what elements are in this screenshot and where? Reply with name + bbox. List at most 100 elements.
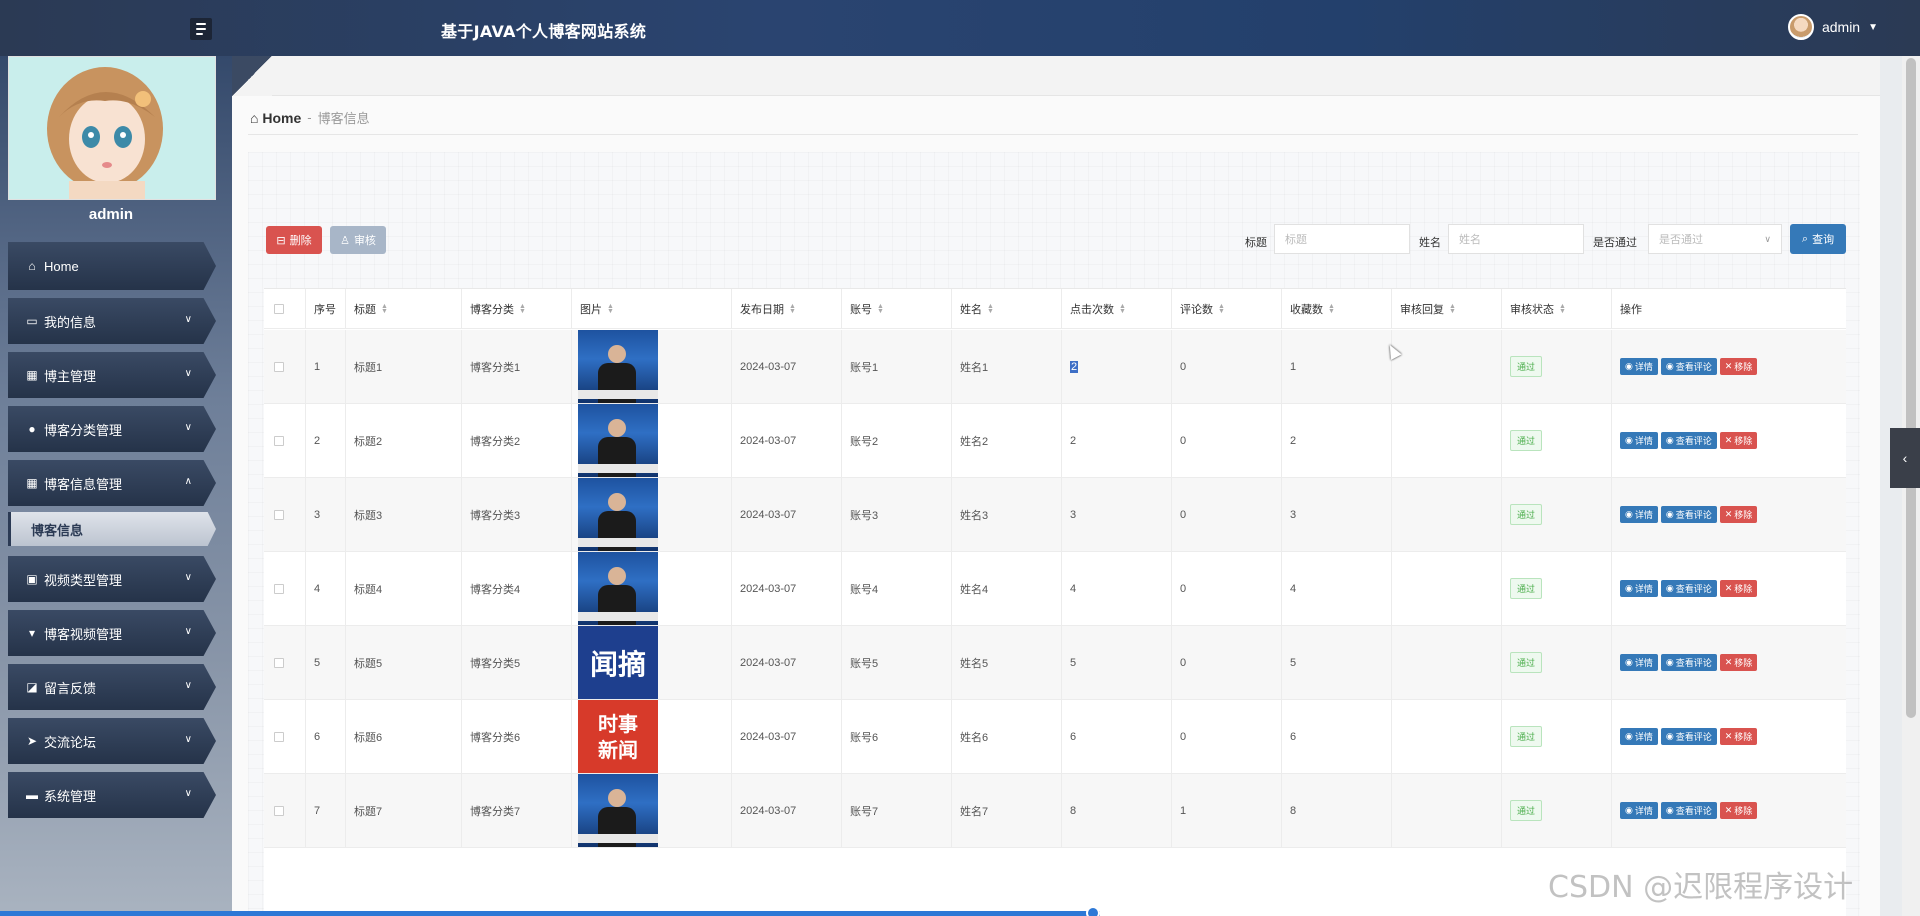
title-search-input[interactable]: 标题 [1274, 224, 1410, 254]
view-comments-button[interactable]: ◉ 查看评论 [1660, 358, 1717, 375]
col-header[interactable]: 评论数 ▲ ▼ [1172, 289, 1282, 328]
audit-button[interactable]: ♙ 审核 [330, 226, 386, 254]
table-row[interactable]: 6 标题6 博客分类6 时事 新闻 2024-03-07 账号6 姓名6 6 0 6 通过 ◉ 详情 ◉ 查看… [264, 700, 1846, 774]
eye-icon: ◉ [1625, 435, 1633, 445]
row-checkbox[interactable] [274, 435, 284, 446]
cell-reply [1392, 330, 1502, 403]
remove-button[interactable]: ✕ 移除 [1719, 580, 1758, 597]
chevron-down-icon: ∨ [184, 680, 192, 691]
breadcrumb-home[interactable]: ⌂ Home [250, 110, 301, 126]
row-checkbox[interactable] [274, 731, 284, 742]
row-checkbox[interactable] [274, 361, 284, 372]
sidebar-item-blog-info-mgmt[interactable]: ▦ 博客信息管理 ∧ [8, 460, 216, 506]
sidebar-item-blog-video-mgmt[interactable]: ▾ 博客视频管理 ∨ [8, 610, 216, 656]
col-header[interactable]: 博客分类 ▲ ▼ [462, 289, 572, 328]
row-checkbox[interactable] [274, 805, 284, 816]
sort-icon: ▲ ▼ [877, 302, 884, 315]
sidebar-item-home[interactable]: ⌂ Home [8, 242, 216, 290]
blog-thumbnail[interactable] [578, 552, 658, 625]
cell-name: 姓名2 [952, 404, 1062, 477]
user-menu[interactable]: admin ▼ [1787, 14, 1878, 40]
sidebar-item-video-type-mgmt[interactable]: ▣ 视频类型管理 ∨ [8, 556, 216, 602]
cell-account-text: 账号3 [850, 509, 879, 522]
cell-account-text: 账号6 [850, 731, 879, 744]
query-button[interactable]: ⌕ 查询 [1790, 224, 1846, 254]
cell-favs-text: 3 [1290, 508, 1297, 521]
cell-date-text: 2024-03-07 [740, 434, 797, 447]
eye-icon: ◉ [1625, 509, 1633, 519]
remove-button[interactable]: ✕ 移除 [1719, 654, 1758, 671]
cell-comments-text: 1 [1180, 804, 1187, 817]
view-comments-button[interactable]: ◉ 查看评论 [1660, 506, 1717, 523]
cell-select [264, 330, 306, 403]
detail-button[interactable]: ◉ 详情 [1620, 654, 1658, 671]
blog-thumbnail[interactable] [578, 774, 658, 847]
name-search-input[interactable]: 姓名 [1448, 224, 1584, 254]
row-checkbox[interactable] [274, 509, 284, 520]
row-checkbox[interactable] [274, 657, 284, 668]
blog-thumbnail[interactable] [578, 330, 658, 403]
col-header[interactable]: 审核状态 ▲ ▼ [1502, 289, 1612, 328]
sidebar-item-my-info[interactable]: ▭ 我的信息 ∨ [8, 298, 216, 344]
horizontal-scrollbar[interactable] [0, 911, 1100, 916]
blog-thumbnail[interactable]: 闻摘 [578, 626, 658, 699]
detail-button[interactable]: ◉ 详情 [1620, 358, 1658, 375]
remove-button[interactable]: ✕ 移除 [1719, 432, 1758, 449]
sidebar-item-blogger-mgmt[interactable]: ▦ 博主管理 ∨ [8, 352, 216, 398]
col-header[interactable]: 点击次数 ▲ ▼ [1062, 289, 1172, 328]
remove-button[interactable]: ✕ 移除 [1719, 506, 1758, 523]
menu-toggle-icon[interactable] [190, 18, 212, 40]
app-title: 基于JAVA个人博客网站系统 [441, 22, 647, 41]
blog-thumbnail[interactable] [578, 404, 658, 477]
sidebar-item-system-mgmt[interactable]: ▬ 系统管理 ∨ [8, 772, 216, 818]
blog-thumbnail[interactable] [578, 478, 658, 551]
detail-button[interactable]: ◉ 详情 [1620, 802, 1658, 819]
col-header[interactable]: 序号 [306, 289, 346, 328]
view-comments-button[interactable]: ◉ 查看评论 [1660, 802, 1717, 819]
table-row[interactable]: 2 标题2 博客分类2 2024-03-07 账号2 姓名2 2 0 2 通过 ◉ 详情 ◉ 查看评论 ✕ 移… [264, 404, 1846, 478]
pass-select[interactable]: 是否通过 ∨ [1648, 224, 1782, 254]
cell-no-text: 7 [314, 804, 321, 817]
remove-button[interactable]: ✕ 移除 [1719, 728, 1758, 745]
detail-button[interactable]: ◉ 详情 [1620, 506, 1658, 523]
cell-favs-text: 4 [1290, 582, 1297, 595]
chevron-down-icon: ∨ [184, 788, 192, 799]
cell-image [572, 478, 732, 551]
cell-reply [1392, 700, 1502, 773]
view-comments-button[interactable]: ◉ 查看评论 [1660, 728, 1717, 745]
col-header[interactable]: 账号 ▲ ▼ [842, 289, 952, 328]
table-row[interactable]: 4 标题4 博客分类4 2024-03-07 账号4 姓名4 4 0 4 通过 ◉ 详情 ◉ 查看评论 ✕ 移… [264, 552, 1846, 626]
col-header[interactable]: 收藏数 ▲ ▼ [1282, 289, 1392, 328]
sidebar-item-forum[interactable]: ➤ 交流论坛 ∨ [8, 718, 216, 764]
detail-button[interactable]: ◉ 详情 [1620, 432, 1658, 449]
table-row[interactable]: 5 标题5 博客分类5 闻摘 2024-03-07 账号5 姓名5 5 0 5 通过 ◉ 详情 ◉ 查看评论… [264, 626, 1846, 700]
remove-button[interactable]: ✕ 移除 [1719, 802, 1758, 819]
remove-button[interactable]: ✕ 移除 [1719, 358, 1758, 375]
col-header[interactable]: 标题 ▲ ▼ [346, 289, 462, 328]
view-comments-button[interactable]: ◉ 查看评论 [1660, 580, 1717, 597]
col-header[interactable]: 姓名 ▲ ▼ [952, 289, 1062, 328]
caret-down-icon: ▼ [1868, 21, 1878, 33]
detail-button[interactable]: ◉ 详情 [1620, 728, 1658, 745]
sidebar-subitem-blog-info[interactable]: 博客信息 [8, 512, 216, 546]
table-row[interactable]: 3 标题3 博客分类3 2024-03-07 账号3 姓名3 3 0 3 通过 ◉ 详情 ◉ 查看评论 ✕ 移… [264, 478, 1846, 552]
cell-title-text: 标题6 [354, 731, 383, 744]
col-header[interactable]: 审核回复 ▲ ▼ [1392, 289, 1502, 328]
detail-button[interactable]: ◉ 详情 [1620, 580, 1658, 597]
delete-button[interactable]: ⊟ 删除 [266, 226, 322, 254]
blog-thumbnail[interactable]: 时事 新闻 [578, 700, 658, 773]
table-row[interactable]: 7 标题7 博客分类7 2024-03-07 账号7 姓名7 8 1 8 通过 ◉ 详情 ◉ 查看评论 ✕ 移… [264, 774, 1846, 848]
row-checkbox[interactable] [274, 583, 284, 594]
scroll-knob[interactable] [1086, 906, 1100, 916]
col-header[interactable]: 图片 ▲ ▼ [572, 289, 732, 328]
chevron-left-icon[interactable]: ‹ [1890, 428, 1920, 488]
table-row[interactable]: 1 标题1 博客分类1 2024-03-07 账号1 姓名1 2 0 1 通过 ◉ 详情 ◉ 查看评论 ✕ 移… [264, 330, 1846, 404]
view-comments-button[interactable]: ◉ 查看评论 [1660, 654, 1717, 671]
profile-name: admin [88, 206, 134, 223]
sidebar-item-feedback[interactable]: ◪ 留言反馈 ∨ [8, 664, 216, 710]
sidebar-item-blog-category-mgmt[interactable]: ● 博客分类管理 ∨ [8, 406, 216, 452]
view-comments-button[interactable]: ◉ 查看评论 [1660, 432, 1717, 449]
select-all-checkbox[interactable] [264, 289, 306, 328]
col-header[interactable]: 发布日期 ▲ ▼ [732, 289, 842, 328]
eye-icon: ◉ [1665, 731, 1674, 741]
